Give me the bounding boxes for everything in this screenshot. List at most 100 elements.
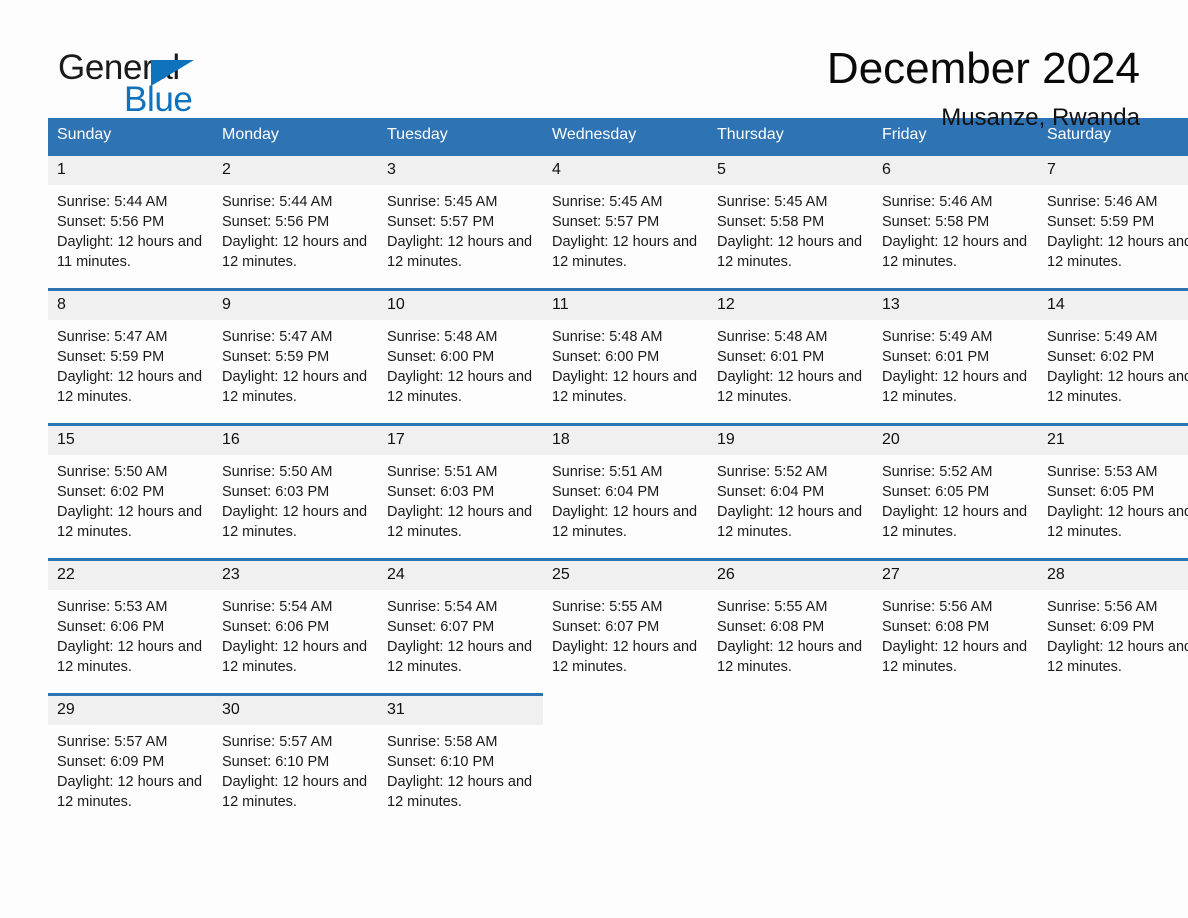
calendar-day-cell[interactable]: 2 Sunrise: 5:44 AM Sunset: 5:56 PM Daylight… <box>213 153 378 290</box>
sunset-text: Sunset: 6:05 PM <box>882 484 990 500</box>
day-details: Sunrise: 5:51 AM Sunset: 6:04 PM Daylight:… <box>543 455 708 542</box>
daylight-text: Daylight: 12 hours and 12 minutes. <box>882 504 1028 540</box>
daylight-text: Daylight: 12 hours and 12 minutes. <box>552 504 698 540</box>
day-number: 16 <box>213 426 378 455</box>
weekday-header-sunday: Sunday <box>48 118 213 155</box>
sunrise-text: Sunrise: 5:55 AM <box>552 599 663 615</box>
day-details: Sunrise: 5:45 AM Sunset: 5:57 PM Daylight:… <box>378 185 543 272</box>
day-number: 22 <box>48 561 213 590</box>
daylight-text: Daylight: 12 hours and 12 minutes. <box>387 639 533 675</box>
day-number: 28 <box>1038 561 1188 590</box>
daylight-text: Daylight: 12 hours and 12 minutes. <box>717 369 863 405</box>
day-details: Sunrise: 5:56 AM Sunset: 6:09 PM Daylight:… <box>1038 590 1188 677</box>
sunrise-text: Sunrise: 5:57 AM <box>57 734 168 750</box>
day-number: 14 <box>1038 291 1188 320</box>
calendar-day-cell[interactable]: 14 Sunrise: 5:49 AM Sunset: 6:02 PM Dayligh… <box>1038 288 1188 425</box>
calendar-day-cell[interactable]: 27 Sunrise: 5:56 AM Sunset: 6:08 PM Dayligh… <box>873 558 1038 695</box>
calendar-empty-cell <box>1038 695 1188 830</box>
sunrise-text: Sunrise: 5:51 AM <box>552 464 663 480</box>
calendar-day-cell[interactable]: 17 Sunrise: 5:51 AM Sunset: 6:03 PM Dayligh… <box>378 423 543 560</box>
calendar-day-cell[interactable]: 6 Sunrise: 5:46 AM Sunset: 5:58 PM Daylight… <box>873 153 1038 290</box>
day-details: Sunrise: 5:54 AM Sunset: 6:06 PM Daylight:… <box>213 590 378 677</box>
calendar-day-cell[interactable]: 7 Sunrise: 5:46 AM Sunset: 5:59 PM Daylight… <box>1038 153 1188 290</box>
calendar-day-cell[interactable]: 11 Sunrise: 5:48 AM Sunset: 6:00 PM Dayligh… <box>543 288 708 425</box>
day-details: Sunrise: 5:56 AM Sunset: 6:08 PM Daylight:… <box>873 590 1038 677</box>
sunrise-text: Sunrise: 5:57 AM <box>222 734 333 750</box>
sunrise-text: Sunrise: 5:46 AM <box>882 194 993 210</box>
calendar-day-cell[interactable]: 1 Sunrise: 5:44 AM Sunset: 5:56 PM Daylight… <box>48 153 213 290</box>
calendar-day-cell[interactable]: 16 Sunrise: 5:50 AM Sunset: 6:03 PM Dayligh… <box>213 423 378 560</box>
sunrise-text: Sunrise: 5:47 AM <box>57 329 168 345</box>
sunset-text: Sunset: 6:00 PM <box>387 349 495 365</box>
title-block: December 2024 Musanze, Rwanda <box>827 44 1140 132</box>
sunrise-text: Sunrise: 5:55 AM <box>717 599 828 615</box>
sunset-text: Sunset: 6:02 PM <box>57 484 165 500</box>
sunrise-text: Sunrise: 5:48 AM <box>387 329 498 345</box>
calendar-day-cell[interactable]: 25 Sunrise: 5:55 AM Sunset: 6:07 PM Dayligh… <box>543 558 708 695</box>
calendar-day-cell[interactable]: 12 Sunrise: 5:48 AM Sunset: 6:01 PM Dayligh… <box>708 288 873 425</box>
calendar-day-cell[interactable]: 20 Sunrise: 5:52 AM Sunset: 6:05 PM Dayligh… <box>873 423 1038 560</box>
calendar-day-cell[interactable]: 15 Sunrise: 5:50 AM Sunset: 6:02 PM Dayligh… <box>48 423 213 560</box>
calendar-day-cell[interactable]: 31 Sunrise: 5:58 AM Sunset: 6:10 PM Dayligh… <box>378 693 543 830</box>
weekday-header-tuesday: Tuesday <box>378 118 543 155</box>
calendar-day-cell[interactable]: 9 Sunrise: 5:47 AM Sunset: 5:59 PM Daylight… <box>213 288 378 425</box>
sunrise-text: Sunrise: 5:54 AM <box>387 599 498 615</box>
calendar-day-cell[interactable]: 29 Sunrise: 5:57 AM Sunset: 6:09 PM Dayligh… <box>48 693 213 830</box>
daylight-text: Daylight: 12 hours and 12 minutes. <box>387 774 533 810</box>
sunset-text: Sunset: 6:03 PM <box>222 484 330 500</box>
calendar-day-cell[interactable]: 22 Sunrise: 5:53 AM Sunset: 6:06 PM Dayligh… <box>48 558 213 695</box>
calendar-week-row: 8 Sunrise: 5:47 AM Sunset: 5:59 PM Daylight… <box>48 288 1188 425</box>
daylight-text: Daylight: 12 hours and 12 minutes. <box>552 369 698 405</box>
calendar-day-cell[interactable]: 3 Sunrise: 5:45 AM Sunset: 5:57 PM Daylight… <box>378 153 543 290</box>
sunrise-text: Sunrise: 5:54 AM <box>222 599 333 615</box>
sunrise-sunset-calendar: Sunday Monday Tuesday Wednesday Thursday… <box>48 118 1188 830</box>
day-number: 20 <box>873 426 1038 455</box>
calendar-empty-cell <box>873 695 1038 830</box>
daylight-text: Daylight: 12 hours and 12 minutes. <box>222 369 368 405</box>
day-details: Sunrise: 5:44 AM Sunset: 5:56 PM Daylight:… <box>213 185 378 272</box>
calendar-day-cell[interactable]: 8 Sunrise: 5:47 AM Sunset: 5:59 PM Daylight… <box>48 288 213 425</box>
sunrise-text: Sunrise: 5:50 AM <box>57 464 168 480</box>
calendar-day-cell[interactable]: 19 Sunrise: 5:52 AM Sunset: 6:04 PM Dayligh… <box>708 423 873 560</box>
day-number: 2 <box>213 156 378 185</box>
day-details: Sunrise: 5:45 AM Sunset: 5:58 PM Daylight:… <box>708 185 873 272</box>
day-details: Sunrise: 5:52 AM Sunset: 6:05 PM Daylight:… <box>873 455 1038 542</box>
calendar-day-cell[interactable]: 21 Sunrise: 5:53 AM Sunset: 6:05 PM Dayligh… <box>1038 423 1188 560</box>
calendar-empty-cell <box>708 695 873 830</box>
day-number: 24 <box>378 561 543 590</box>
day-number: 13 <box>873 291 1038 320</box>
calendar-day-cell[interactable]: 18 Sunrise: 5:51 AM Sunset: 6:04 PM Dayligh… <box>543 423 708 560</box>
day-number: 25 <box>543 561 708 590</box>
sunset-text: Sunset: 6:09 PM <box>57 754 165 770</box>
calendar-day-cell[interactable]: 23 Sunrise: 5:54 AM Sunset: 6:06 PM Dayligh… <box>213 558 378 695</box>
calendar-day-cell[interactable]: 5 Sunrise: 5:45 AM Sunset: 5:58 PM Daylight… <box>708 153 873 290</box>
daylight-text: Daylight: 12 hours and 12 minutes. <box>222 774 368 810</box>
sunset-text: Sunset: 6:04 PM <box>717 484 825 500</box>
day-details: Sunrise: 5:54 AM Sunset: 6:07 PM Daylight:… <box>378 590 543 677</box>
day-number: 7 <box>1038 156 1188 185</box>
calendar-day-cell[interactable]: 24 Sunrise: 5:54 AM Sunset: 6:07 PM Dayligh… <box>378 558 543 695</box>
sunset-text: Sunset: 6:08 PM <box>717 619 825 635</box>
calendar-day-cell[interactable]: 10 Sunrise: 5:48 AM Sunset: 6:00 PM Dayligh… <box>378 288 543 425</box>
calendar-day-cell[interactable]: 26 Sunrise: 5:55 AM Sunset: 6:08 PM Dayligh… <box>708 558 873 695</box>
calendar-day-cell[interactable]: 30 Sunrise: 5:57 AM Sunset: 6:10 PM Dayligh… <box>213 693 378 830</box>
calendar-day-cell[interactable]: 4 Sunrise: 5:45 AM Sunset: 5:57 PM Daylight… <box>543 153 708 290</box>
day-number: 21 <box>1038 426 1188 455</box>
calendar-day-cell[interactable]: 28 Sunrise: 5:56 AM Sunset: 6:09 PM Dayligh… <box>1038 558 1188 695</box>
daylight-text: Daylight: 12 hours and 12 minutes. <box>57 369 203 405</box>
sunrise-text: Sunrise: 5:52 AM <box>882 464 993 480</box>
day-details: Sunrise: 5:55 AM Sunset: 6:07 PM Daylight:… <box>543 590 708 677</box>
day-number: 29 <box>48 696 213 725</box>
calendar-body: 1 Sunrise: 5:44 AM Sunset: 5:56 PM Daylight… <box>48 153 1188 830</box>
day-number: 4 <box>543 156 708 185</box>
sunrise-text: Sunrise: 5:45 AM <box>387 194 498 210</box>
day-details: Sunrise: 5:58 AM Sunset: 6:10 PM Daylight:… <box>378 725 543 812</box>
day-details: Sunrise: 5:53 AM Sunset: 6:05 PM Daylight:… <box>1038 455 1188 542</box>
sunset-text: Sunset: 6:09 PM <box>1047 619 1155 635</box>
day-number: 12 <box>708 291 873 320</box>
sunset-text: Sunset: 6:01 PM <box>882 349 990 365</box>
day-details: Sunrise: 5:48 AM Sunset: 6:00 PM Daylight:… <box>543 320 708 407</box>
sunrise-text: Sunrise: 5:46 AM <box>1047 194 1158 210</box>
sunset-text: Sunset: 5:57 PM <box>387 214 495 230</box>
calendar-day-cell[interactable]: 13 Sunrise: 5:49 AM Sunset: 6:01 PM Dayligh… <box>873 288 1038 425</box>
